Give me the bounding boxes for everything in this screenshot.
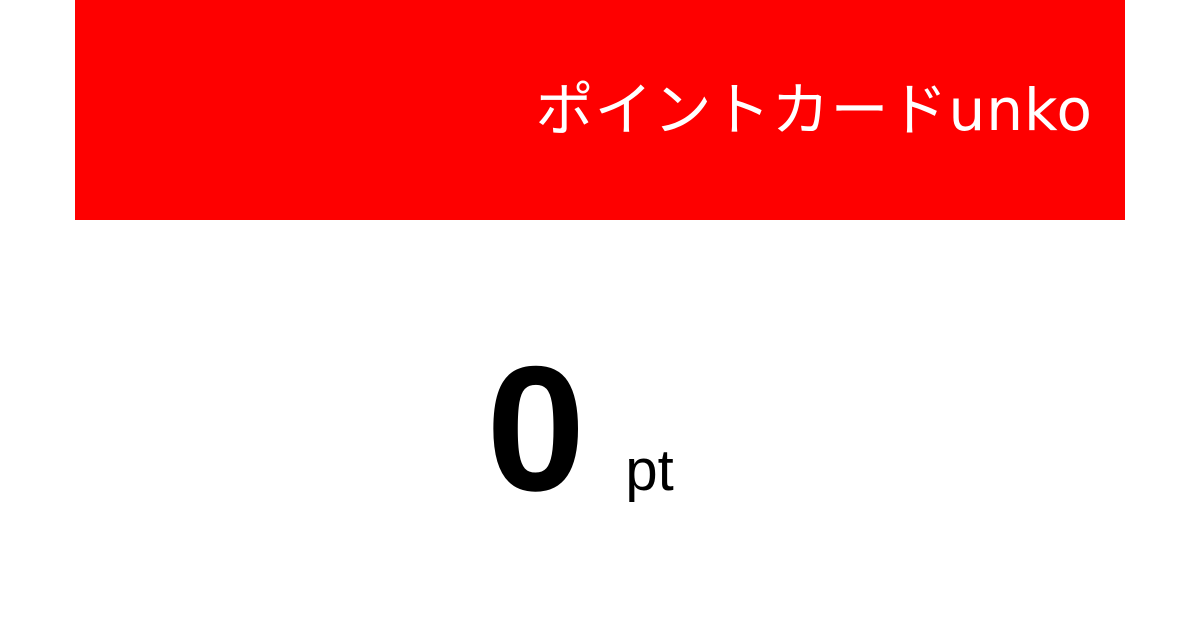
points-unit: pt (625, 438, 674, 503)
points-display: 0 pt (0, 340, 1200, 518)
card-title: ポイントカードunko (535, 76, 1093, 144)
point-card: ポイントカードunko 0 pt (0, 0, 1200, 630)
card-header-banner: ポイントカードunko (75, 0, 1125, 220)
points-value: 0 (486, 329, 586, 528)
